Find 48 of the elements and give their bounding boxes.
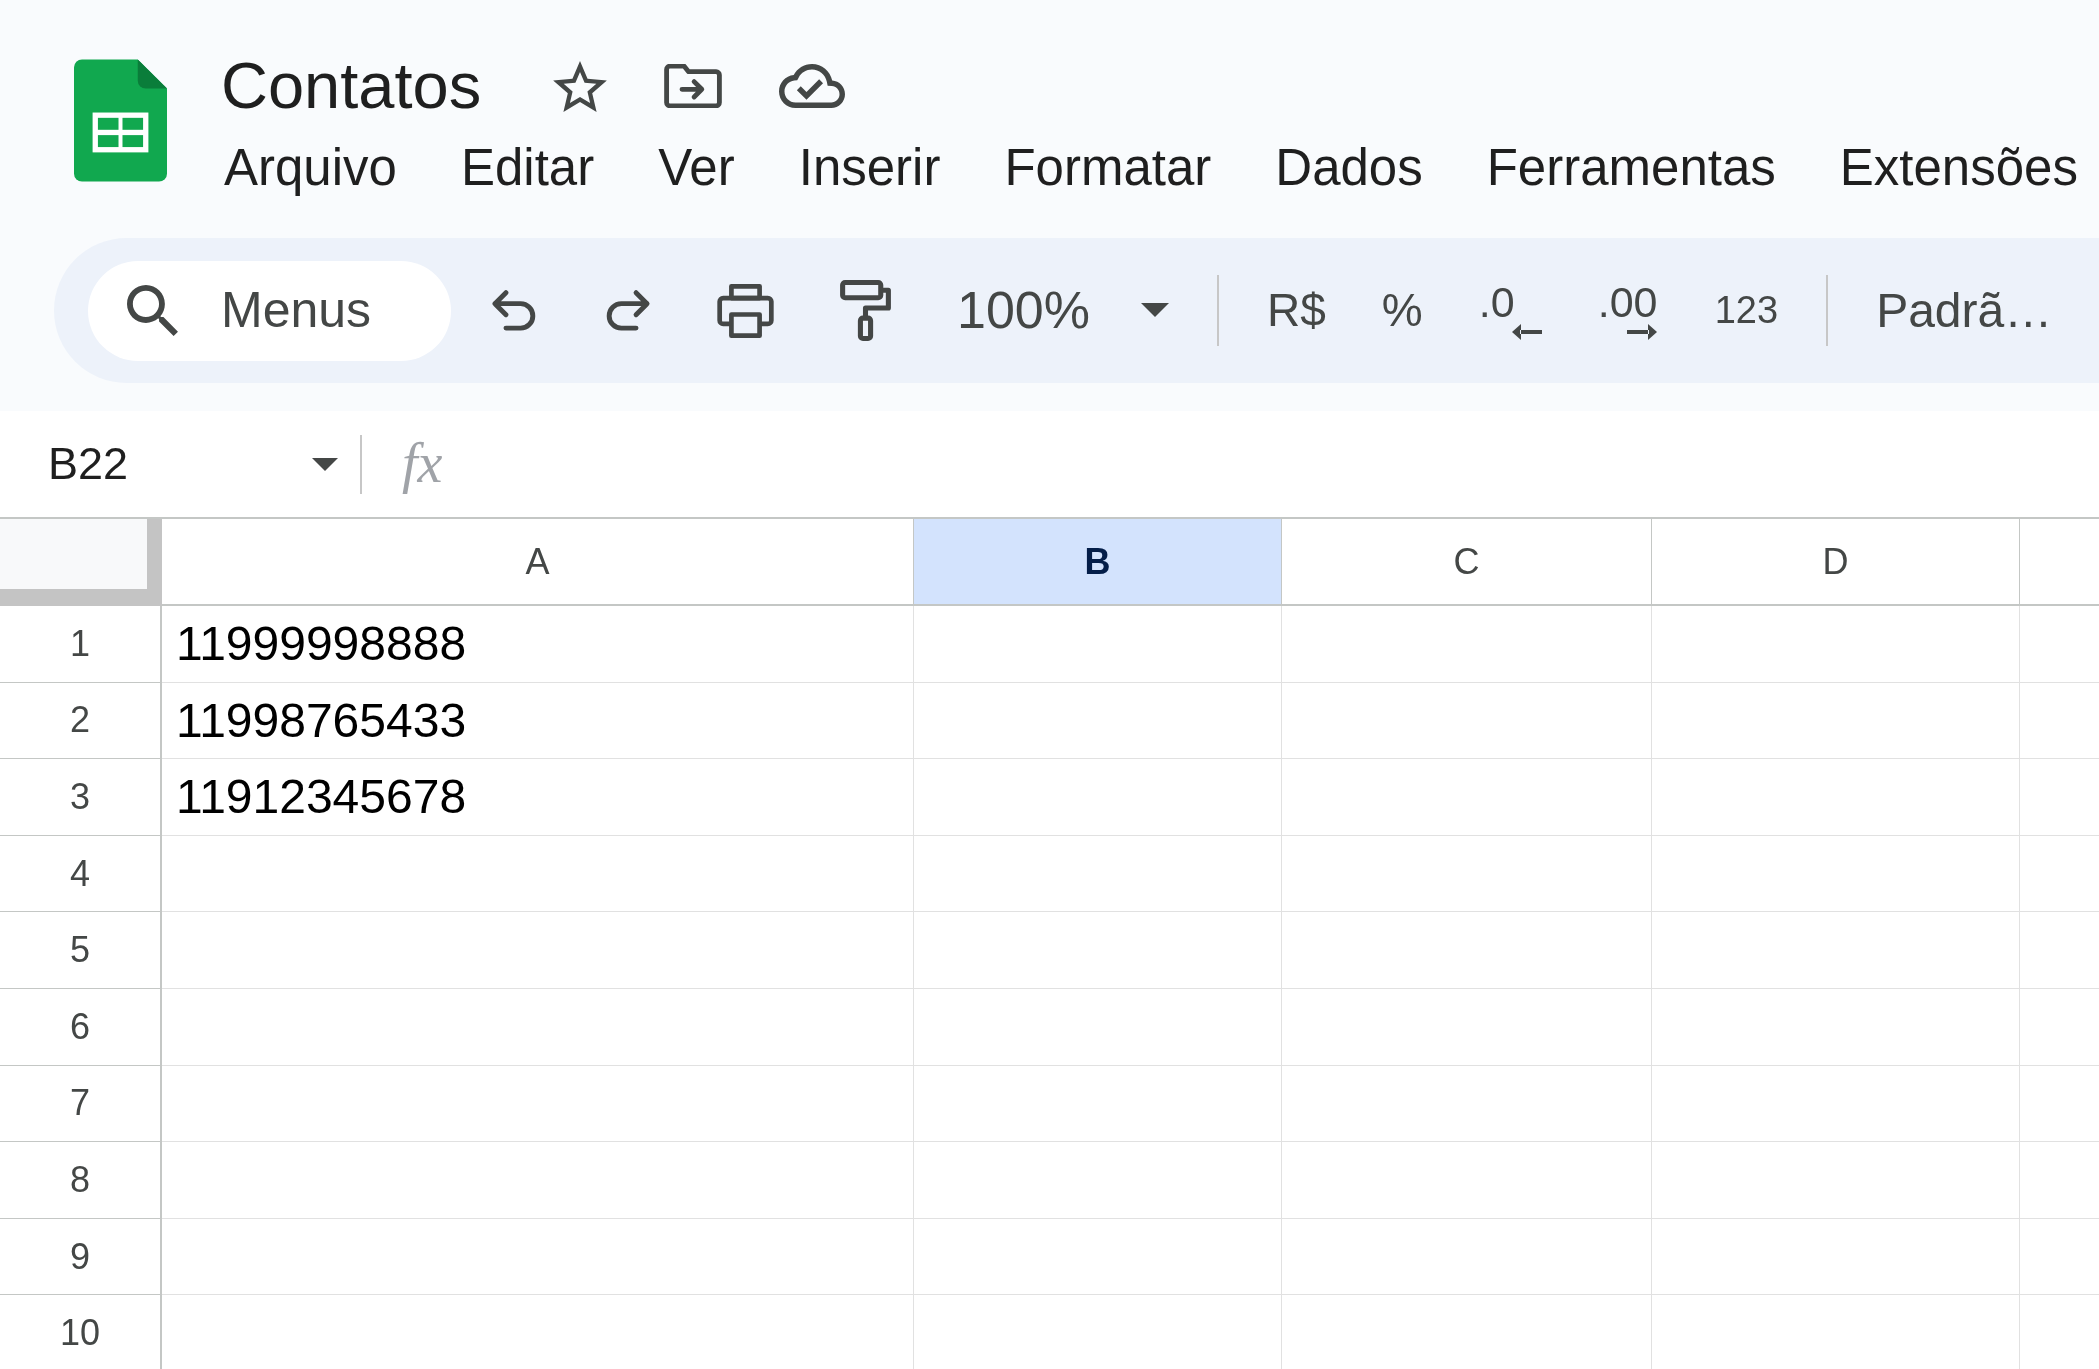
redo-icon[interactable] <box>604 288 651 333</box>
print-icon[interactable] <box>717 283 774 338</box>
column-header[interactable]: A <box>162 519 914 606</box>
search-icon <box>127 285 178 336</box>
left-arrow-icon <box>1511 324 1542 340</box>
undo-icon[interactable] <box>491 288 538 333</box>
right-arrow-icon <box>1626 324 1657 340</box>
row-number[interactable]: 7 <box>0 1065 162 1143</box>
menu-item[interactable]: Ferramentas <box>1478 134 1784 202</box>
menu-item[interactable]: Arquivo <box>216 134 405 202</box>
currency-format-button[interactable]: R$ <box>1267 284 1326 337</box>
menu-item[interactable]: Ver <box>650 134 743 202</box>
search-field[interactable]: Menus <box>88 260 451 361</box>
folder-arrow-icon[interactable] <box>664 64 723 108</box>
paint-roller-icon[interactable] <box>840 280 891 341</box>
zoom-select[interactable]: 100% <box>957 280 1169 341</box>
row-number[interactable]: 1 <box>0 606 162 683</box>
increase-decimal-button[interactable]: .00 <box>1597 281 1659 340</box>
caret-icon <box>1141 303 1169 318</box>
table-cell: 11999998888 <box>162 606 914 683</box>
document-title[interactable]: Contatos <box>221 57 482 115</box>
row-number[interactable]: 8 <box>0 1142 162 1219</box>
row-number[interactable]: 5 <box>0 912 162 989</box>
decrease-decimal-button[interactable]: .0 <box>1478 281 1542 340</box>
percent-format-button[interactable]: % <box>1381 284 1423 337</box>
row-number[interactable]: 3 <box>0 759 162 836</box>
spreadsheet-logo-icon[interactable] <box>74 59 167 182</box>
column-header[interactable]: C <box>1282 519 1652 606</box>
column-header[interactable]: B <box>914 519 1282 606</box>
row-number[interactable]: 9 <box>0 1218 162 1296</box>
row-number[interactable]: 4 <box>0 835 162 913</box>
cell-reference-field[interactable]: B22 <box>0 424 360 504</box>
function-label: fx <box>402 433 443 495</box>
row-number[interactable]: 2 <box>0 682 162 760</box>
menu-item[interactable]: Extensões <box>1831 134 2086 202</box>
menu-item[interactable]: Formatar <box>996 134 1220 202</box>
cloud-check-icon[interactable] <box>779 64 846 108</box>
menu-item[interactable]: Dados <box>1267 134 1431 202</box>
table-cell: 11998765433 <box>162 682 914 760</box>
menu-item[interactable]: Editar <box>452 134 603 202</box>
caret-icon <box>312 457 338 471</box>
number-format-button[interactable]: 123 <box>1714 288 1779 333</box>
font-select[interactable]: Padrã… <box>1876 282 2053 339</box>
star-icon[interactable] <box>553 60 608 112</box>
row-number[interactable]: 6 <box>0 988 162 1066</box>
column-header[interactable]: D <box>1652 519 2020 606</box>
table-cell: 11912345678 <box>162 759 914 836</box>
menu-item[interactable]: Inserir <box>790 134 949 202</box>
